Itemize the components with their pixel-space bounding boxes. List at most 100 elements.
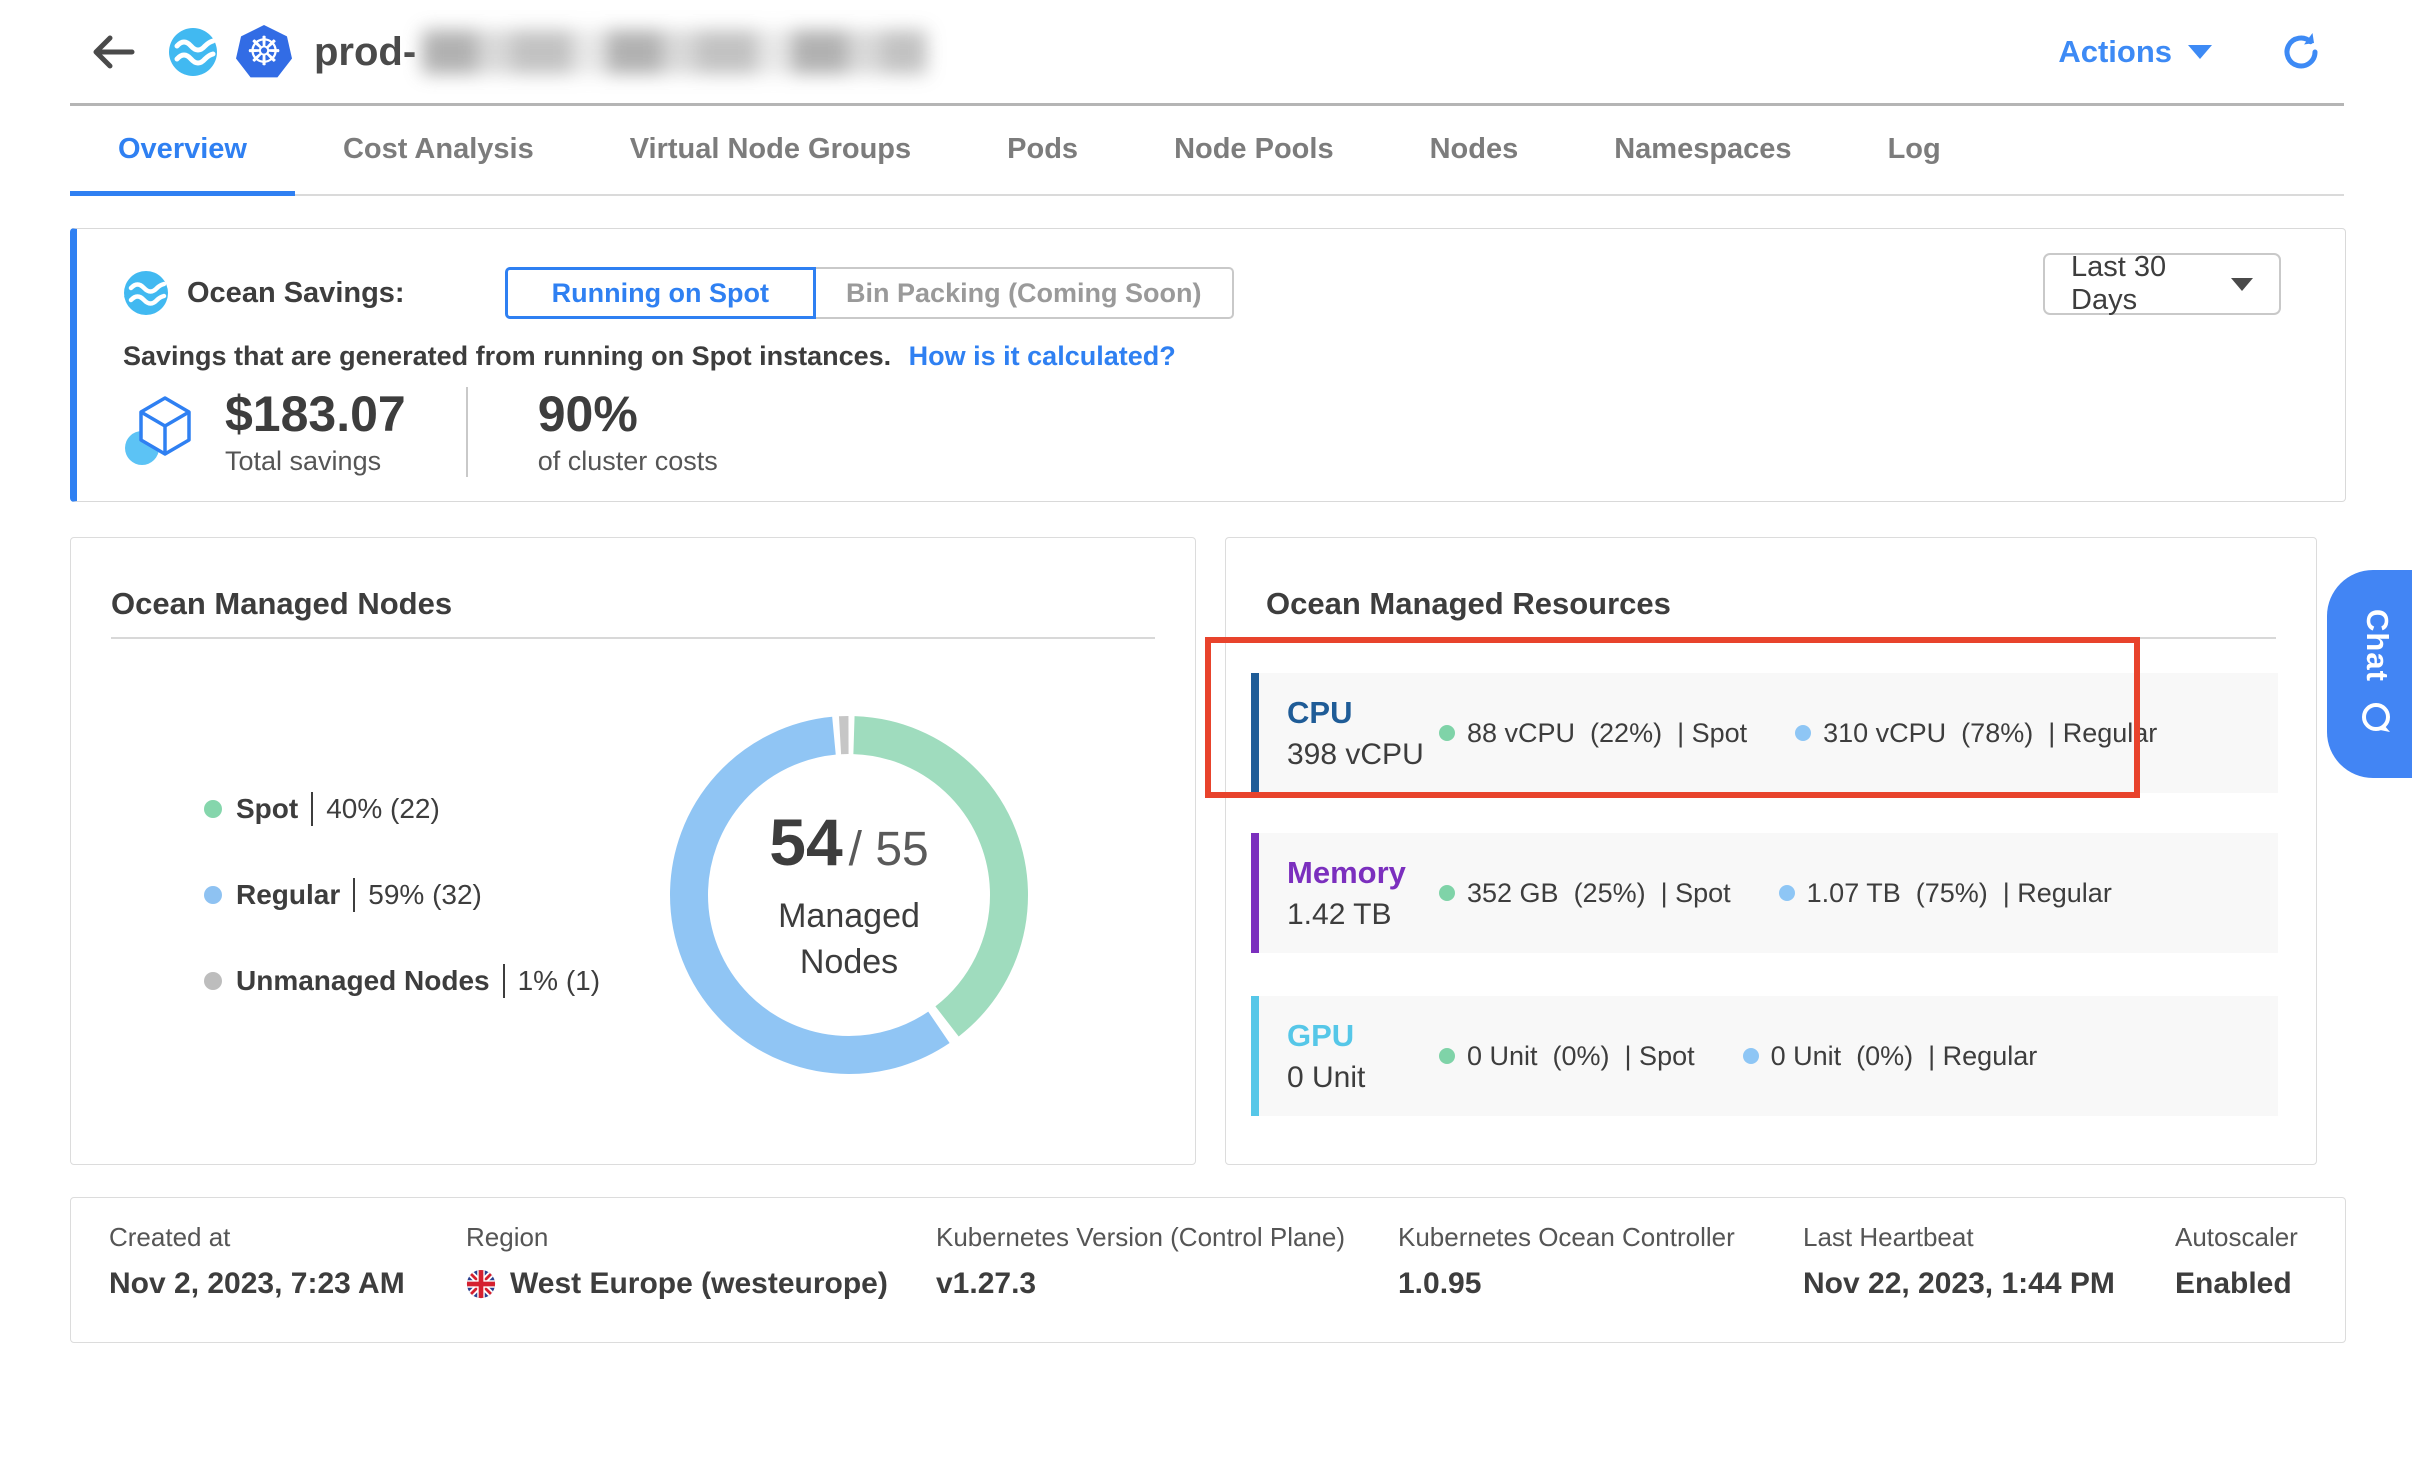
cluster-info-footer: Created at Nov 2, 2023, 7:23 AM Region <box>70 1197 2346 1343</box>
donut-center-label: Managed Nodes <box>739 894 959 986</box>
chat-label: Chat <box>2359 609 2395 682</box>
cpu-total: 398 vCPU <box>1287 738 1439 772</box>
footer-last-heartbeat: Last Heartbeat Nov 22, 2023, 1:44 PM <box>1803 1222 2115 1301</box>
spot-dot-icon <box>204 800 222 818</box>
gpu-spot-stat: 0 Unit (0%) | Spot <box>1439 1041 1695 1072</box>
managed-nodes-count: 54 <box>769 804 842 880</box>
cpu-name: CPU <box>1287 694 1439 731</box>
memory-total: 1.42 TB <box>1287 898 1439 932</box>
savings-metrics: $183.07 Total savings 90% of cluster cos… <box>123 387 718 477</box>
savings-header-row: Ocean Savings: Running on Spot Bin Packi… <box>121 267 1234 319</box>
footer-ocean-controller: Kubernetes Ocean Controller 1.0.95 <box>1398 1222 1735 1301</box>
ocean-wave-icon <box>121 269 169 317</box>
card-divider <box>1266 637 2276 639</box>
gpu-name: GPU <box>1287 1017 1439 1054</box>
managed-resources-title: Ocean Managed Resources <box>1266 586 1671 622</box>
period-selected-value: Last 30 Days <box>2071 251 2231 317</box>
ocean-managed-nodes-card: Ocean Managed Nodes Spot 40% (22) Regula… <box>70 537 1196 1165</box>
total-savings-label: Total savings <box>225 446 406 477</box>
uk-flag-icon <box>466 1269 496 1299</box>
legend-item-unmanaged: Unmanaged Nodes 1% (1) <box>204 958 600 1004</box>
tab-nodes[interactable]: Nodes <box>1382 104 1567 194</box>
savings-label: Ocean Savings: <box>187 277 405 310</box>
cpu-accent-bar <box>1251 673 1259 793</box>
resource-row-cpu: CPU 398 vCPU 88 vCPU (22%) | Spot 310 vC… <box>1251 673 2278 793</box>
running-on-spot-toggle[interactable]: Running on Spot <box>505 267 816 319</box>
savings-description: Savings that are generated from running … <box>123 341 1176 372</box>
unmanaged-dot-icon <box>204 972 222 990</box>
footer-autoscaler: Autoscaler Enabled <box>2175 1222 2298 1301</box>
savings-cube-icon <box>123 390 203 474</box>
gpu-accent-bar <box>1251 996 1259 1116</box>
cluster-cost-label: of cluster costs <box>538 446 718 477</box>
tab-overview[interactable]: Overview <box>70 104 295 194</box>
bin-packing-toggle[interactable]: Bin Packing (Coming Soon) <box>816 267 1234 319</box>
legend-item-spot: Spot 40% (22) <box>204 786 600 832</box>
header-actions-area: Actions <box>2058 0 2322 104</box>
tab-bar: Overview Cost Analysis Virtual Node Grou… <box>70 104 2344 196</box>
savings-toggle-group: Running on Spot Bin Packing (Coming Soon… <box>505 267 1234 319</box>
cluster-cost-percent: 90% <box>538 387 718 442</box>
tab-node-pools[interactable]: Node Pools <box>1126 104 1382 194</box>
managed-nodes-title: Ocean Managed Nodes <box>111 586 452 622</box>
managed-nodes-donut-chart: 54 / 55 Managed Nodes <box>664 710 1034 1080</box>
tab-log[interactable]: Log <box>1840 104 1989 194</box>
cluster-cost-metric: 90% of cluster costs <box>538 387 718 477</box>
total-nodes-count: / 55 <box>849 822 929 877</box>
legend-item-regular: Regular 59% (32) <box>204 872 600 918</box>
donut-center: 54 / 55 Managed Nodes <box>664 710 1034 1080</box>
spot-dot-icon <box>1439 885 1455 901</box>
header: ☸ prod- Actions <box>0 0 2412 104</box>
regular-dot-icon <box>204 886 222 904</box>
memory-spot-stat: 352 GB (25%) | Spot <box>1439 878 1731 909</box>
cluster-title: prod- <box>314 30 927 75</box>
cpu-spot-stat: 88 vCPU (22%) | Spot <box>1439 718 1747 749</box>
tab-virtual-node-groups[interactable]: Virtual Node Groups <box>582 104 959 194</box>
back-button[interactable] <box>88 30 140 74</box>
spot-dot-icon <box>1439 725 1455 741</box>
metric-divider <box>466 387 468 477</box>
legend-separator <box>311 792 313 826</box>
cluster-title-prefix: prod- <box>314 30 416 75</box>
total-savings-metric: $183.07 Total savings <box>225 387 406 477</box>
nodes-legend: Spot 40% (22) Regular 59% (32) Unmanaged… <box>204 786 600 1044</box>
actions-label: Actions <box>2058 34 2172 70</box>
ocean-savings-panel: Ocean Savings: Running on Spot Bin Packi… <box>70 228 2346 502</box>
tab-cost-analysis[interactable]: Cost Analysis <box>295 104 582 194</box>
footer-k8s-version: Kubernetes Version (Control Plane) v1.27… <box>936 1222 1345 1301</box>
card-divider <box>111 637 1155 639</box>
tab-namespaces[interactable]: Namespaces <box>1566 104 1839 194</box>
footer-region: Region West Europe (westeurope) <box>466 1222 888 1301</box>
kubernetes-logo-icon: ☸ <box>236 25 292 79</box>
memory-regular-stat: 1.07 TB (75%) | Regular <box>1779 878 2112 909</box>
ocean-logo-icon <box>166 26 218 78</box>
cluster-title-redacted <box>422 30 927 74</box>
legend-separator <box>353 878 355 912</box>
gpu-total: 0 Unit <box>1287 1061 1439 1095</box>
ocean-cluster-overview-page: ☸ prod- Actions Overview Cost Analysis V… <box>0 0 2412 1478</box>
ocean-managed-resources-card: Ocean Managed Resources CPU 398 vCPU 88 … <box>1225 537 2317 1165</box>
period-select[interactable]: Last 30 Days <box>2043 253 2281 315</box>
resource-row-memory: Memory 1.42 TB 352 GB (25%) | Spot 1.07 … <box>1251 833 2278 953</box>
how-calculated-link[interactable]: How is it calculated? <box>909 341 1176 371</box>
regular-dot-icon <box>1795 725 1811 741</box>
memory-name: Memory <box>1287 854 1439 891</box>
arrow-left-icon <box>88 32 136 72</box>
legend-separator <box>503 964 505 998</box>
chevron-down-icon <box>2188 45 2212 59</box>
actions-dropdown-button[interactable]: Actions <box>2058 34 2212 70</box>
total-savings-amount: $183.07 <box>225 387 406 442</box>
chat-widget-button[interactable]: Chat <box>2327 570 2412 778</box>
spot-dot-icon <box>1439 1048 1455 1064</box>
footer-created-at: Created at Nov 2, 2023, 7:23 AM <box>109 1222 405 1301</box>
refresh-icon[interactable] <box>2280 31 2322 73</box>
gpu-regular-stat: 0 Unit (0%) | Regular <box>1743 1041 2038 1072</box>
regular-dot-icon <box>1779 885 1795 901</box>
cpu-regular-stat: 310 vCPU (78%) | Regular <box>1795 718 2157 749</box>
chevron-down-icon <box>2231 278 2253 291</box>
regular-dot-icon <box>1743 1048 1759 1064</box>
tab-pods[interactable]: Pods <box>959 104 1126 194</box>
resource-row-gpu: GPU 0 Unit 0 Unit (0%) | Spot 0 Unit (0%… <box>1251 996 2278 1116</box>
chat-bubble-icon <box>2357 699 2397 739</box>
memory-accent-bar <box>1251 833 1259 953</box>
